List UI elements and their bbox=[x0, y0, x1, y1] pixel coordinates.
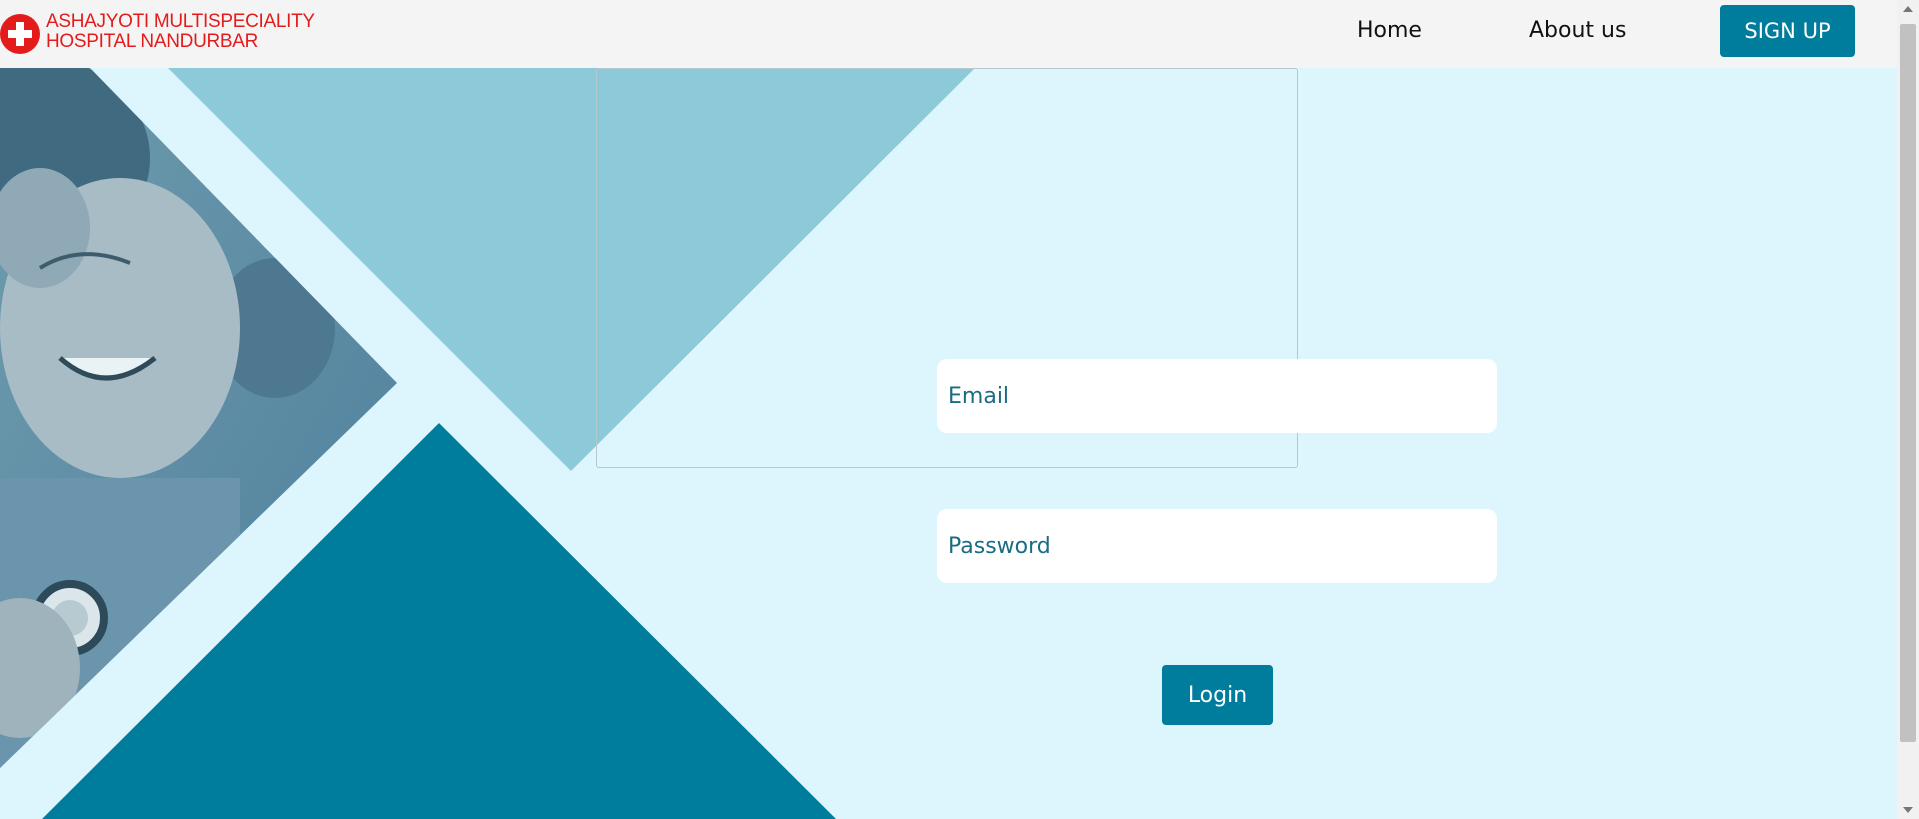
logo-line-2: HOSPITAL NANDURBAR bbox=[46, 31, 259, 52]
hospital-logo[interactable]: ASHAJYOTI MULTISPECIALITY HOSPITAL NANDU… bbox=[0, 12, 315, 54]
logo-line-1: ASHAJYOTI MULTISPECIALITY bbox=[46, 11, 315, 32]
nav-about-link[interactable]: About us bbox=[1529, 18, 1626, 43]
scroll-down-arrow-icon[interactable] bbox=[1903, 807, 1913, 813]
nav-home-link[interactable]: Home bbox=[1357, 18, 1422, 43]
signup-button[interactable]: SIGN UP bbox=[1720, 5, 1855, 57]
logo-text: ASHAJYOTI MULTISPECIALITY HOSPITAL NANDU… bbox=[46, 12, 315, 52]
email-input[interactable] bbox=[937, 359, 1497, 433]
login-button[interactable]: Login bbox=[1162, 665, 1273, 725]
vertical-scrollbar[interactable] bbox=[1897, 0, 1919, 819]
scroll-thumb[interactable] bbox=[1900, 24, 1916, 742]
navbar: ASHAJYOTI MULTISPECIALITY HOSPITAL NANDU… bbox=[0, 0, 1897, 68]
red-cross-icon bbox=[0, 14, 40, 54]
password-input[interactable] bbox=[937, 509, 1497, 583]
scroll-up-arrow-icon[interactable] bbox=[1903, 6, 1913, 12]
